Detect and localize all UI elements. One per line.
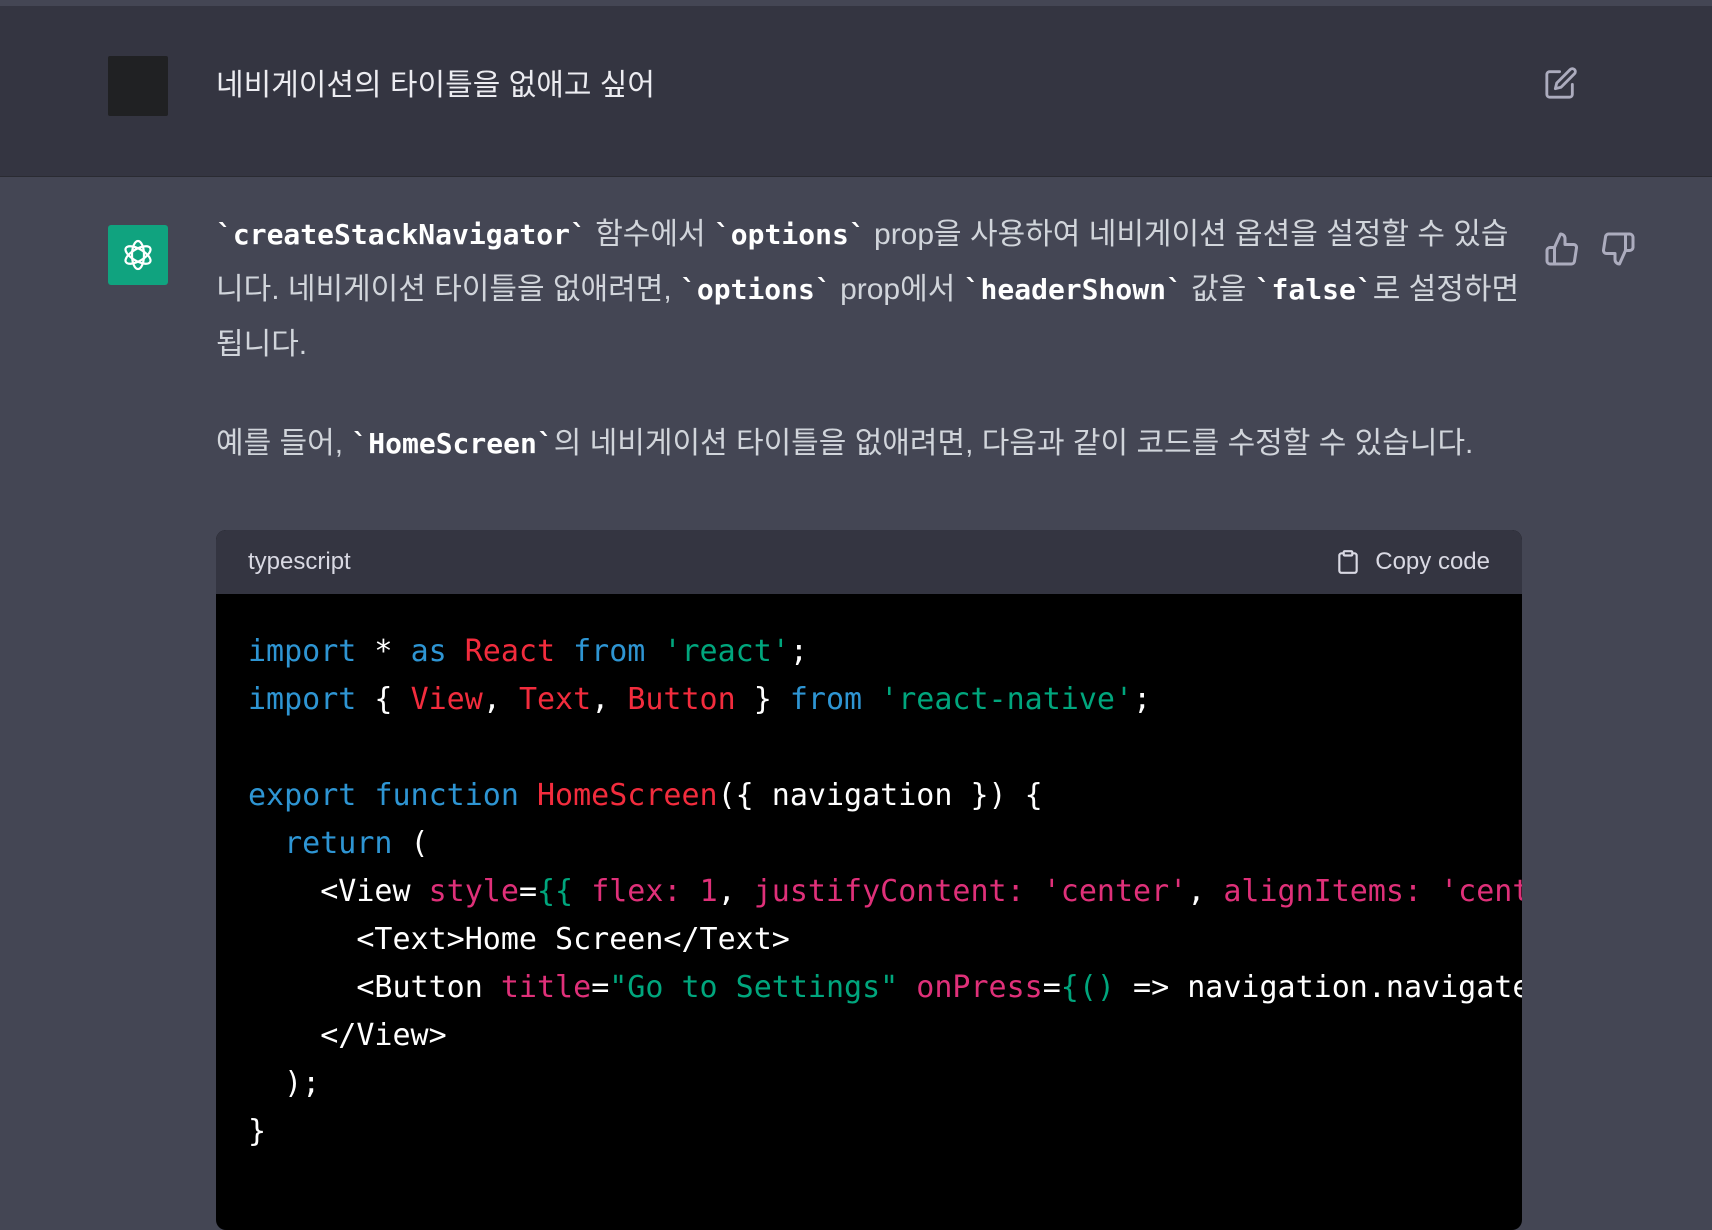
code-token: 'center' [1042,874,1188,909]
openai-logo-icon [124,239,152,271]
code-token: ); [248,1066,321,1101]
code-token: as [410,634,447,669]
code-line: </View> [248,1012,1522,1060]
answer-paragraph-1: `createStackNavigator` 함수에서 `options` pr… [216,207,1526,372]
code-token: {{ [537,874,592,909]
code-token: from [789,682,863,717]
code-token: </View> [248,1018,447,1053]
inline-code: `options` [680,273,832,306]
code-token: title [500,970,592,1005]
code-token: => navigation.navigate('Set [1133,970,1522,1005]
code-token: import [248,634,357,669]
code-token: style [428,874,519,909]
code-content: import * as React from 'react'; import { … [216,594,1522,1156]
copy-code-button[interactable]: Copy code [1335,548,1490,576]
code-token: export [248,778,357,813]
code-token: function [374,778,519,813]
copy-code-label: Copy code [1375,548,1490,575]
assistant-avatar [108,225,168,285]
code-token: <Text>Home Screen</Text> [248,922,790,957]
edit-icon[interactable] [1544,66,1578,100]
code-line: export function HomeScreen({ navigation … [248,772,1522,820]
code-token: = [518,874,537,909]
answer-text: prop에서 [831,273,964,306]
code-token: import [248,682,357,717]
code-token: ; [1133,682,1152,717]
code-line: <Button title="Go to Settings" onPress={… [248,964,1522,1012]
code-token: } [248,1114,267,1149]
inline-code: `HomeScreen` [351,427,554,460]
clipboard-icon [1338,550,1358,574]
code-block-header: typescript Copy code [216,530,1522,594]
code-token: , [482,682,519,717]
answer-paragraph-2: 예를 들어, `HomeScreen`의 네비게이션 타이틀을 없애려면, 다음… [216,416,1526,471]
code-token: } [735,682,790,717]
code-token: return [284,826,393,861]
thumbs-up-icon[interactable] [1544,231,1580,267]
code-token: React [464,634,556,669]
inline-code: `createStackNavigator` [216,218,587,251]
code-token: <View [248,874,429,909]
code-language-label: typescript [248,548,351,575]
code-token: {() [1060,970,1115,1005]
code-token: , [1187,874,1224,909]
answer-text: 함수에서 [586,218,714,251]
code-token: alignItems: [1223,874,1423,909]
code-token: 'react-native' [880,682,1134,717]
user-avatar [108,56,168,116]
inline-code: `false` [1254,273,1373,306]
code-token: = [591,970,610,1005]
inline-code: `headerShown` [963,273,1183,306]
code-token: <Button [248,970,501,1005]
code-token: HomeScreen [537,778,718,813]
code-token: from [573,634,646,669]
code-token: ({ navigation }) { [717,778,1043,813]
code-token: Button [627,682,736,717]
user-message-row: 네비게이션의 타이틀을 없애고 싶어 [0,6,1712,177]
code-token: Text [518,682,592,717]
code-token: * [356,634,411,669]
inline-code: `options` [713,218,866,251]
code-line: import { View, Text, Button } from 'reac… [248,676,1522,724]
code-token: View [410,682,483,717]
code-line: return ( [248,820,1522,868]
answer-text: 의 네비게이션 타이틀을 없애려면, 다음과 같이 코드를 수정할 수 있습니다… [553,427,1474,460]
code-line: import * as React from 'react'; [248,628,1522,676]
code-line: } [248,1108,1522,1156]
code-token: 'react' [663,634,790,669]
code-token: ; [789,634,808,669]
code-token: ( [392,826,429,861]
answer-text: 예를 들어, [216,427,352,460]
code-token: 'center' [1440,874,1522,909]
code-block: typescript Copy code import * as React f… [216,530,1522,1230]
answer-text: 값을 [1182,273,1255,306]
code-line: <Text>Home Screen</Text> [248,916,1522,964]
code-token: , [717,874,754,909]
code-token: justifyContent: [753,874,1025,909]
code-token: 1 [699,874,718,909]
code-token: flex: [591,874,682,909]
assistant-message-row: `createStackNavigator` 함수에서 `options` pr… [0,177,1712,1230]
code-line: ); [248,1060,1522,1108]
code-token: "Go to Settings" [609,970,899,1005]
code-line: <View style={{ flex: 1, justifyContent: … [248,868,1522,916]
code-token: { [356,682,411,717]
user-message-text: 네비게이션의 타이틀을 없애고 싶어 [216,69,656,102]
code-token: = [1042,970,1061,1005]
code-token: , [591,682,628,717]
code-token: onPress [916,970,1043,1005]
thumbs-down-icon[interactable] [1600,231,1636,267]
